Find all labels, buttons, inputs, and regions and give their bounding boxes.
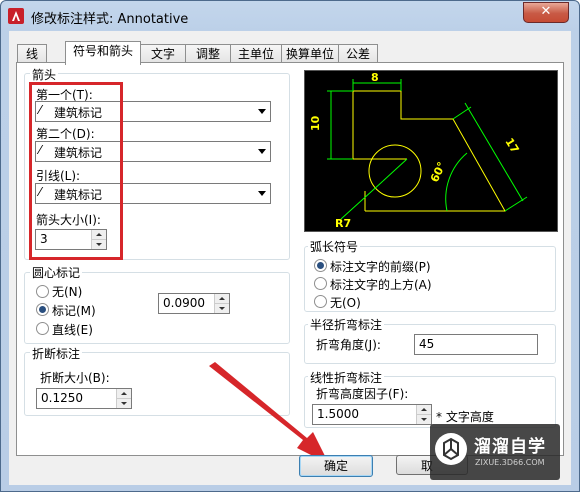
- watermark: 溜溜自学 ZIXUE.3D66.COM: [430, 424, 560, 480]
- center-none-label: 无(N): [52, 285, 83, 299]
- jog-angle-label: 折弯角度(J):: [316, 338, 381, 352]
- center-line-label: 直线(E): [52, 323, 93, 337]
- arc-prefix-label: 标注文字的前缀(P): [330, 260, 431, 274]
- tab-primary-units[interactable]: 主单位: [230, 44, 282, 64]
- break-size-label: 折断大小(B):: [40, 371, 110, 385]
- radius-jog-group-label: 半径折弯标注: [308, 316, 385, 333]
- arc-none-label: 无(O): [330, 296, 361, 310]
- tab-text[interactable]: 文字: [140, 44, 186, 64]
- center-line-radio[interactable]: [36, 322, 49, 335]
- jog-height-factor-suffix: * 文字高度: [436, 410, 494, 424]
- jog-angle-value: 45: [419, 337, 435, 351]
- tab-fit[interactable]: 调整: [185, 44, 231, 64]
- chevron-down-icon: [258, 149, 266, 154]
- preview-panel: 8 10 17 60° R7: [304, 70, 558, 232]
- ok-button[interactable]: 确定: [299, 455, 373, 477]
- arc-none-radio[interactable]: [314, 295, 327, 308]
- title-bar: 修改标注样式: Annotative ✕: [1, 1, 579, 31]
- center-marks-group-label: 圆心标记: [30, 264, 83, 281]
- preview-dim-60: 60°: [428, 160, 449, 184]
- tab-tolerances[interactable]: 公差: [338, 44, 378, 64]
- watermark-logo-icon: [435, 433, 467, 465]
- spinner-buttons: [416, 405, 431, 424]
- pointer-arrow-annotation: [209, 362, 329, 464]
- dim-break-group-label: 折断标注: [30, 345, 83, 362]
- center-mark-label: 标记(M): [52, 304, 96, 318]
- spinner-buttons: [116, 389, 131, 408]
- tab-lines[interactable]: 线: [17, 44, 47, 64]
- center-none-radio[interactable]: [36, 285, 49, 298]
- preview-dim-8: 8: [371, 71, 379, 84]
- autocad-app-icon: [8, 8, 24, 24]
- preview-dim-10: 10: [309, 115, 322, 131]
- preview-dim-17: 17: [502, 136, 521, 156]
- highlight-box: [29, 82, 123, 260]
- arc-prefix-radio[interactable]: [314, 259, 327, 272]
- preview-dim-r7: R7: [335, 217, 351, 230]
- arc-above-label: 标注文字的上方(A): [330, 278, 432, 292]
- tab-alternate-units[interactable]: 换算单位: [281, 44, 339, 64]
- spin-up-button[interactable]: [215, 294, 229, 304]
- window-title: 修改标注样式: Annotative: [31, 12, 189, 27]
- arc-above-radio[interactable]: [314, 277, 327, 290]
- dimension-preview-drawing: 8 10 17 60° R7: [309, 71, 528, 230]
- spin-up-button[interactable]: [417, 405, 431, 415]
- spinner-buttons: [214, 294, 229, 313]
- center-mark-radio[interactable]: [36, 303, 49, 316]
- spin-up-button[interactable]: [117, 389, 131, 399]
- watermark-url: ZIXUE.3D66.COM: [475, 458, 545, 467]
- watermark-title: 溜溜自学: [474, 437, 546, 457]
- arrowheads-group-label: 箭头: [30, 66, 59, 83]
- arc-symbol-group-label: 弧长符号: [308, 238, 361, 255]
- spin-down-button[interactable]: [215, 304, 229, 313]
- center-mark-size-spinner[interactable]: 0.0900: [158, 293, 230, 314]
- break-size-value: 0.1250: [41, 391, 83, 405]
- close-button[interactable]: ✕: [523, 2, 569, 23]
- spin-down-button[interactable]: [417, 415, 431, 424]
- chevron-down-icon: [258, 109, 266, 114]
- jog-angle-input[interactable]: 45: [414, 334, 538, 355]
- center-mark-size-value: 0.0900: [163, 296, 205, 310]
- break-size-spinner[interactable]: 0.1250: [36, 388, 132, 409]
- chevron-down-icon: [258, 191, 266, 196]
- spin-down-button[interactable]: [117, 399, 131, 408]
- tab-symbols-arrows[interactable]: 符号和箭头: [65, 41, 141, 65]
